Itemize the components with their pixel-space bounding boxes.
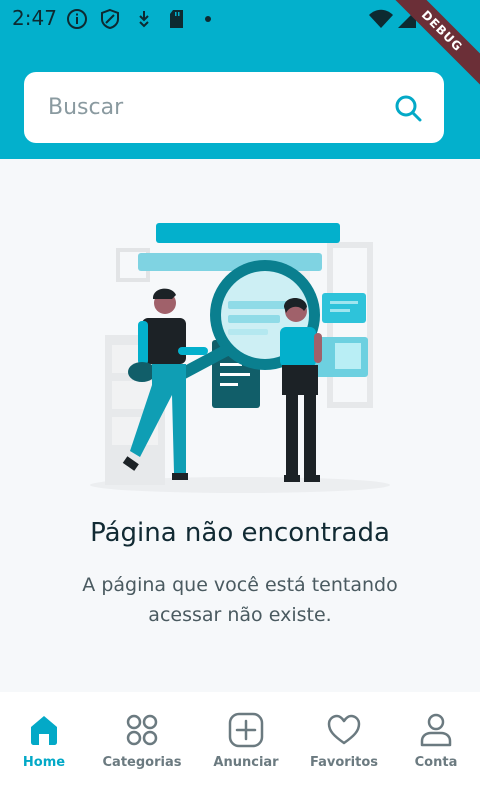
dot-icon [205,16,211,22]
info-icon [67,9,87,29]
not-found-illustration [90,223,390,493]
account-icon [420,713,452,747]
nav-label-categories: Categorias [102,755,182,770]
categories-icon [126,714,158,746]
nav-item-categories[interactable]: Categorias [94,692,190,800]
nav-item-favorites[interactable]: Favoritos [296,692,392,800]
bottom-navigation: Home Categorias Anunciar Favoritos Conta [0,692,480,800]
shield-icon [101,8,119,30]
nav-label-announce: Anunciar [213,755,279,770]
nav-item-home[interactable]: Home [0,692,92,800]
add-icon [228,712,264,748]
wifi-icon [369,9,393,28]
heart-icon [327,714,361,745]
app-header: 2:47 DEBUG [0,0,480,159]
page-message: A página que você está tentando acessar … [82,574,398,626]
search-icon[interactable] [394,94,422,122]
nav-label-favorites: Favoritos [309,755,379,770]
search-input[interactable] [48,72,388,143]
nav-label-home: Home [22,755,66,770]
status-time: 2:47 [12,6,57,30]
sd-card-icon [170,10,183,28]
search-bar[interactable] [24,72,444,143]
home-icon [31,716,57,745]
download-icon [139,11,149,28]
status-bar: 2:47 DEBUG [0,0,480,89]
nav-item-account[interactable]: Conta [388,692,480,800]
nav-item-announce[interactable]: Anunciar [198,692,294,800]
nav-label-account: Conta [414,755,458,770]
page-title: Página não encontrada [90,518,390,548]
